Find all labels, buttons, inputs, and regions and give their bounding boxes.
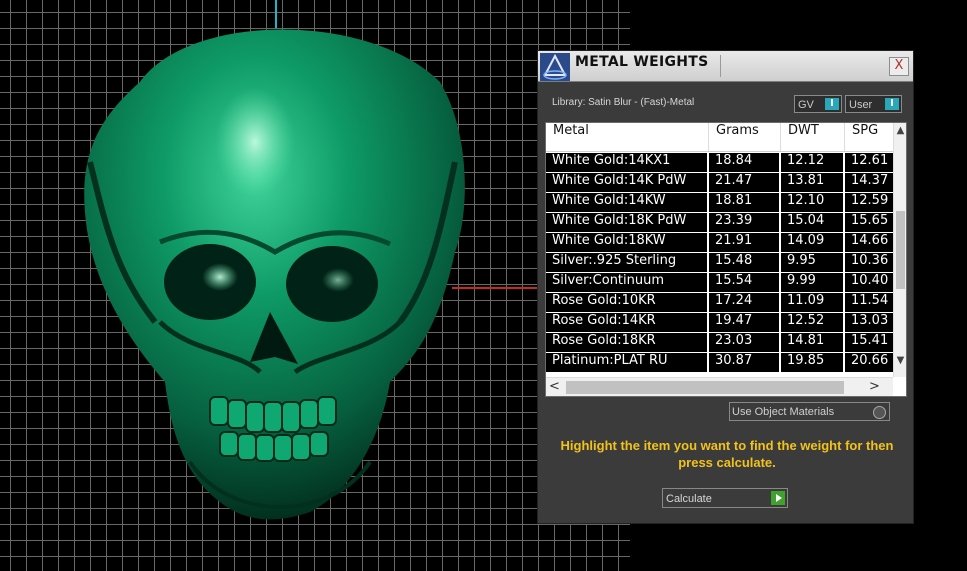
table-row[interactable]: White Gold:18KW 21.91 14.09 14.66 (546, 233, 893, 253)
spg-cell: 20.66 (845, 353, 893, 372)
grams-cell: 21.91 (709, 233, 779, 252)
close-button[interactable]: X (889, 57, 909, 76)
horizontal-scroll-thumb[interactable] (566, 381, 844, 394)
dwt-cell: 12.10 (781, 193, 843, 212)
table-row[interactable]: Platinum:PLAT RU 30.87 19.85 20.66 (546, 353, 893, 373)
metal-table[interactable]: Metal Grams DWT SPG White Gold:14KX1 18.… (545, 122, 907, 397)
column-header-spg[interactable]: SPG (845, 123, 893, 151)
skull-model[interactable] (70, 22, 490, 532)
dwt-cell: 15.04 (781, 213, 843, 232)
grams-cell: 17.24 (709, 293, 779, 312)
radio-icon[interactable] (873, 406, 886, 419)
grams-cell: 19.47 (709, 313, 779, 332)
grams-cell: 15.54 (709, 273, 779, 292)
spg-cell: 11.54 (845, 293, 893, 312)
table-row[interactable]: White Gold:14K PdW 21.47 13.81 14.37 (546, 173, 893, 193)
table-row[interactable]: Rose Gold:14KR 19.47 12.52 13.03 (546, 313, 893, 333)
grams-cell: 23.39 (709, 213, 779, 232)
metal-cell: Platinum:PLAT RU (546, 353, 707, 372)
vertical-scrollbar[interactable]: ▲ ▼ (893, 123, 906, 377)
metal-cell: Rose Gold:18KR (546, 333, 707, 352)
table-row[interactable]: White Gold:14KW 18.81 12.10 12.59 (546, 193, 893, 213)
table-row[interactable]: Rose Gold:10KR 17.24 11.09 11.54 (546, 293, 893, 313)
dwt-cell: 11.09 (781, 293, 843, 312)
calculate-label: Calculate (666, 493, 712, 505)
vertical-scroll-thumb[interactable] (896, 211, 905, 289)
play-icon (771, 491, 785, 505)
table-row[interactable]: Rose Gold:18KR 23.03 14.81 15.41 (546, 333, 893, 353)
spg-cell: 14.37 (845, 173, 893, 192)
dwt-cell: 9.95 (781, 253, 843, 272)
gv-toggle-knob-icon: I (825, 98, 839, 110)
table-row[interactable]: Silver:.925 Sterling 15.48 9.95 10.36 (546, 253, 893, 273)
dwt-cell: 14.09 (781, 233, 843, 252)
metal-cell: White Gold:14KX1 (546, 153, 707, 172)
spg-cell: 15.41 (845, 333, 893, 352)
metal-cell: Rose Gold:14KR (546, 313, 707, 332)
column-header-grams[interactable]: Grams (709, 123, 781, 151)
spg-cell: 10.40 (845, 273, 893, 292)
title-divider (720, 55, 721, 77)
table-row[interactable]: White Gold:18K PdW 23.39 15.04 15.65 (546, 213, 893, 233)
grams-cell: 21.47 (709, 173, 779, 192)
calculate-button[interactable]: Calculate (662, 488, 788, 508)
grams-cell: 18.81 (709, 193, 779, 212)
metal-cell: White Gold:18KW (546, 233, 707, 252)
spg-cell: 12.59 (845, 193, 893, 212)
metal-cell: Rose Gold:10KR (546, 293, 707, 312)
table-row[interactable]: White Gold:14KX1 18.84 12.12 12.61 (546, 153, 893, 173)
scroll-left-icon[interactable]: < (549, 379, 563, 395)
gv-toggle[interactable]: GV I (794, 95, 842, 113)
scroll-down-icon[interactable]: ▼ (894, 355, 906, 369)
metal-cell: White Gold:14K PdW (546, 173, 707, 192)
library-label: Library: Satin Blur - (Fast)-Metal (552, 97, 695, 108)
user-toggle-knob-icon: I (885, 98, 899, 110)
scroll-up-icon[interactable]: ▲ (894, 125, 906, 139)
table-body: White Gold:14KX1 18.84 12.12 12.61 White… (546, 153, 893, 373)
gv-toggle-label: GV (798, 99, 814, 111)
spg-cell: 10.36 (845, 253, 893, 272)
grams-cell: 30.87 (709, 353, 779, 372)
spg-cell: 14.66 (845, 233, 893, 252)
column-header-dwt[interactable]: DWT (781, 123, 845, 151)
dwt-cell: 13.81 (781, 173, 843, 192)
metal-cell: White Gold:18K PdW (546, 213, 707, 232)
metal-cell: Silver:.925 Sterling (546, 253, 707, 272)
column-header-metal[interactable]: Metal (546, 123, 709, 151)
spg-cell: 15.65 (845, 213, 893, 232)
panel-titlebar[interactable]: METAL WEIGHTS X (538, 51, 913, 82)
metal-weights-panel: METAL WEIGHTS X Library: Satin Blur - (F… (537, 50, 914, 524)
metal-cell: Silver:Continuum (546, 273, 707, 292)
user-toggle-label: User (849, 99, 873, 111)
dwt-cell: 9.99 (781, 273, 843, 292)
dwt-cell: 12.52 (781, 313, 843, 332)
scroll-right-icon[interactable]: > (869, 379, 883, 395)
table-row[interactable]: Silver:Continuum 15.54 9.99 10.40 (546, 273, 893, 293)
use-object-materials-label: Use Object Materials (732, 406, 835, 418)
grams-cell: 23.03 (709, 333, 779, 352)
grams-cell: 15.48 (709, 253, 779, 272)
horizontal-scrollbar[interactable]: < > (546, 377, 893, 396)
metal-cell: White Gold:14KW (546, 193, 707, 212)
spg-cell: 13.03 (845, 313, 893, 332)
instructions-text: Highlight the item you want to find the … (560, 438, 894, 470)
use-object-materials-option[interactable]: Use Object Materials (729, 402, 890, 421)
dwt-cell: 19.85 (781, 353, 843, 372)
panel-title: METAL WEIGHTS (575, 54, 709, 70)
spg-cell: 12.61 (845, 153, 893, 172)
dwt-cell: 12.12 (781, 153, 843, 172)
user-toggle[interactable]: User I (845, 95, 902, 113)
table-header: Metal Grams DWT SPG (546, 123, 893, 152)
app-logo-icon (540, 53, 570, 81)
dwt-cell: 14.81 (781, 333, 843, 352)
grams-cell: 18.84 (709, 153, 779, 172)
